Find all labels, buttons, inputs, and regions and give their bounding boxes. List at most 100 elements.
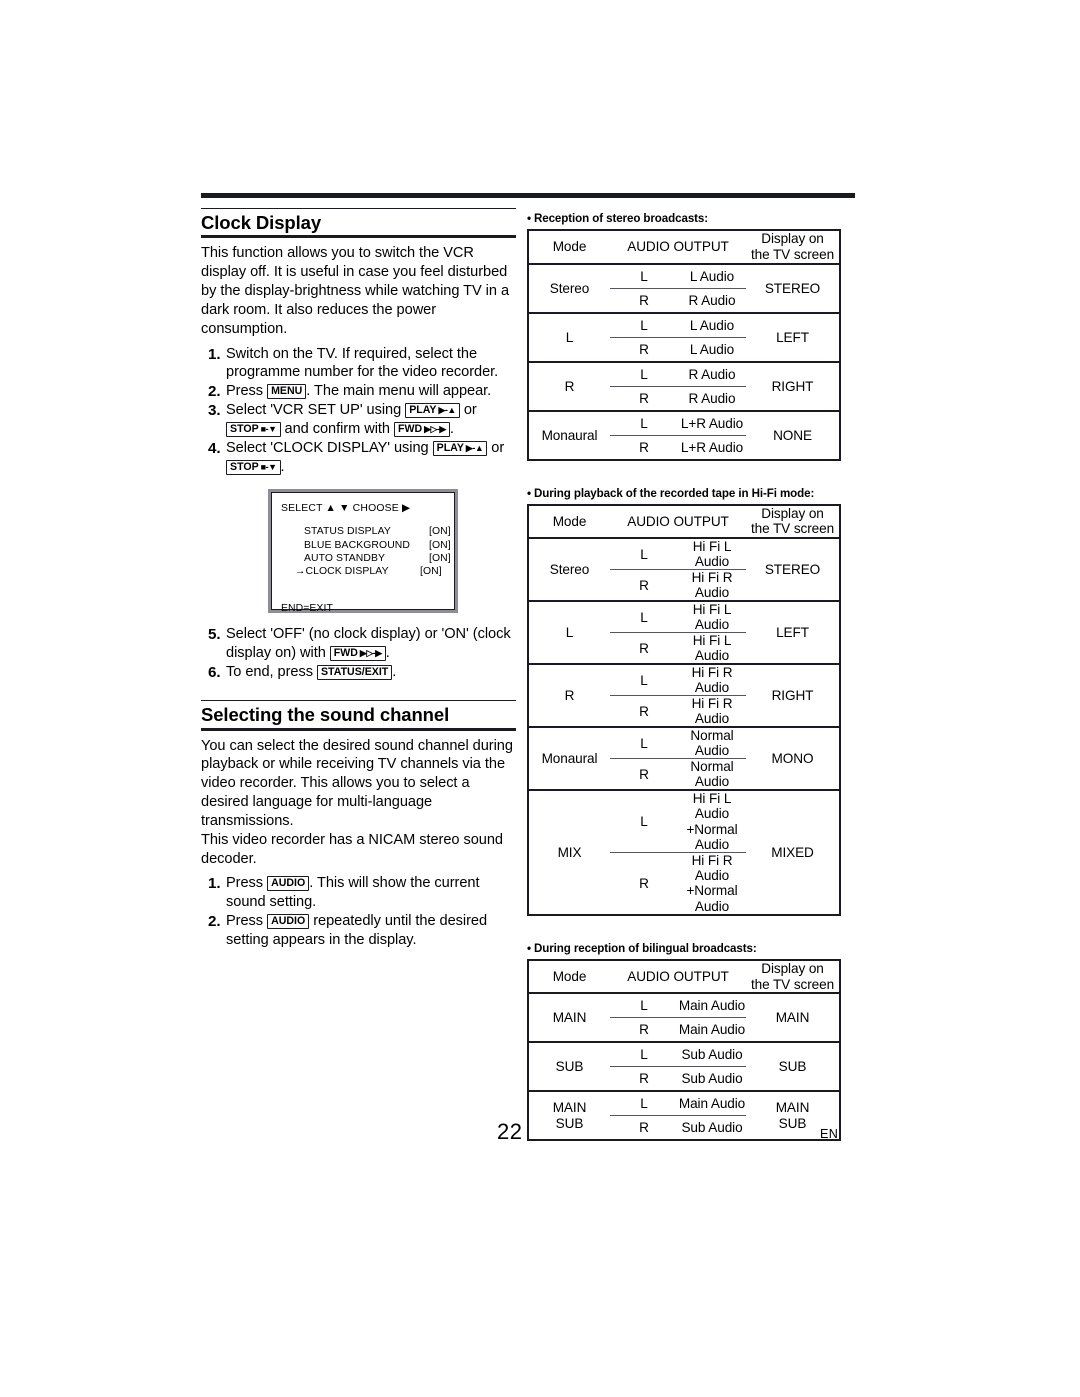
sound-channel-steps: 1. Press AUDIO. This will show the curren… xyxy=(201,874,516,950)
osd-menu-item-value: [ON] xyxy=(429,539,451,551)
cell-audio-output: L+R Audio xyxy=(678,409,746,436)
cell-mode: Stereo xyxy=(528,537,610,602)
step-number: 3. xyxy=(208,402,221,420)
audio-output-table: Mode AUDIO OUTPUT Display on the TV screen S… xyxy=(527,229,841,461)
audio-output-table: Mode AUDIO OUTPUT Display on the TV screen S… xyxy=(527,503,841,916)
instruction-step: 4. Select 'CLOCK DISPLAY' using PLAY ▶-▲ … xyxy=(201,439,516,477)
clock-display-steps-after: 5. Select 'OFF' (no clock display) or 'ON… xyxy=(201,625,516,682)
key-glyph-icon: ▶▷-▶ xyxy=(422,423,446,434)
osd-header: SELECT ▲ ▼ CHOOSE ▶ xyxy=(281,503,411,515)
table-row: MAIN L Main Audio MAIN xyxy=(528,992,840,1043)
cell-display: MIXED xyxy=(746,789,840,915)
column-header-display-line1: Display on xyxy=(761,231,824,246)
cell-display: STEREO xyxy=(746,262,840,313)
cell-channel: L xyxy=(610,789,678,853)
step-number: 4. xyxy=(208,440,221,458)
cell-channel: L xyxy=(610,600,678,633)
key-glyph-icon: ■-▼ xyxy=(258,461,277,472)
table-row: MIX L Hi Fi L Audio +Normal Audio MIXED xyxy=(528,789,840,915)
osd-footer: END=EXIT xyxy=(281,602,333,614)
cell-mode: R xyxy=(528,663,610,728)
cell-audio-output: Main Audio xyxy=(678,992,746,1018)
table-row: LLL Audio LEFT xyxy=(528,311,840,362)
step-text: Press xyxy=(226,913,268,930)
clock-display-steps: 1. Switch on the TV. If required, select … xyxy=(201,345,516,478)
step-number: 2. xyxy=(208,913,221,931)
cell-audio-output: Hi Fi R Audio xyxy=(678,663,746,696)
section-heading-clock-display: Clock Display xyxy=(201,208,516,239)
cell-audio-output: R Audio xyxy=(678,360,746,387)
right-column: • Reception of stereo broadcasts: Mode AUDI… xyxy=(527,212,843,1142)
key-play: PLAY ▶-▲ xyxy=(432,440,488,456)
table-spacer xyxy=(527,916,843,942)
cell-audio-output: R Audio xyxy=(678,287,746,313)
section-heading-sound-channel: Selecting the sound channel xyxy=(201,700,516,731)
cell-channel: R xyxy=(610,1115,678,1141)
cell-mode-line: SUB xyxy=(555,1115,584,1131)
cell-channel: R xyxy=(610,695,678,728)
osd-menu-item-label: BLUE BACKGROUND xyxy=(304,539,411,551)
table-row: Stereo L Hi Fi L Audio STEREO xyxy=(528,537,840,602)
key-glyph-icon: ▶-▲ xyxy=(436,404,456,415)
cell-channel: L xyxy=(610,992,678,1018)
cell-channel: L xyxy=(610,409,678,436)
cell-audio-output: Hi Fi R Audio xyxy=(678,695,746,728)
bullet-icon: • xyxy=(527,941,531,955)
step-number: 1. xyxy=(208,875,221,893)
step-number: 2. xyxy=(208,383,221,401)
key-menu: MENU xyxy=(267,383,307,399)
table-header-row: Mode AUDIO OUTPUT Display on the TV screen xyxy=(528,505,840,539)
cell-channel: L xyxy=(610,262,678,289)
osd-menu-item-label: STATUS DISPLAY xyxy=(304,526,391,538)
cell-channel: R xyxy=(610,1066,678,1092)
cell-audio-output: Hi Fi R Audio +Normal Audio xyxy=(678,851,746,915)
table-caption: • During playback of the recorded tape in… xyxy=(527,487,843,500)
cell-audio-output: Main Audio xyxy=(678,1090,746,1116)
cell-audio-output: L Audio xyxy=(678,262,746,289)
step-number: 1. xyxy=(208,345,221,363)
cell-audio-output: Hi Fi R Audio xyxy=(678,569,746,602)
cell-audio-output: Hi Fi L Audio xyxy=(678,537,746,570)
cell-mode: L xyxy=(528,311,610,362)
column-header-audio-output: AUDIO OUTPUT xyxy=(627,969,729,985)
osd-item-list: STATUS DISPLAY [ON] BLUE BACKGROUND [ON] AUT… xyxy=(295,525,451,578)
table-caption-text: Reception of stereo broadcasts: xyxy=(533,212,709,225)
table-caption: • During reception of bilingual broadcast… xyxy=(527,942,843,955)
cell-channel: L xyxy=(610,726,678,759)
cell-audio-output: L Audio xyxy=(678,311,746,338)
step-text: Switch on the TV. If required, select th… xyxy=(226,345,499,381)
table-row: MAIN SUB L Main Audio MAIN SUB xyxy=(528,1090,840,1141)
sound-channel-title: Selecting the sound channel xyxy=(201,704,450,726)
table-row: L L Hi Fi L Audio LEFT xyxy=(528,600,840,665)
osd-inner-frame: SELECT ▲ ▼ CHOOSE ▶ STATUS DISPLAY [ON] BL… xyxy=(271,492,455,614)
column-header-display: Display on the TV screen xyxy=(746,960,840,994)
key-glyph-icon: ▶▷-▶ xyxy=(357,647,382,658)
table-row: Stereo L L Audio STEREO xyxy=(528,262,840,313)
page-top-rule xyxy=(201,193,855,198)
column-header-audio-output: AUDIO OUTPUT xyxy=(627,513,729,529)
instruction-step: 5. Select 'OFF' (no clock display) or 'ON… xyxy=(201,625,516,663)
cell-channel: R xyxy=(610,287,678,313)
key-stop: STOP ■-▼ xyxy=(226,459,281,475)
osd-outer-frame: SELECT ▲ ▼ CHOOSE ▶ STATUS DISPLAY [ON] BL… xyxy=(268,489,458,614)
key-fwd: FWD ▶▷-▶ xyxy=(329,645,386,661)
column-header-display-line2: the TV screen xyxy=(750,976,835,992)
cell-mode: SUB xyxy=(528,1041,610,1092)
cell-mode: Monaural xyxy=(528,726,610,791)
clock-display-intro: This function allows you to switch the V… xyxy=(201,245,510,337)
step-text: or xyxy=(459,402,477,419)
cell-channel: R xyxy=(610,1017,678,1043)
bullet-icon: • xyxy=(527,212,531,225)
cell-display: MONO xyxy=(746,726,840,791)
column-header-display-line1: Display on xyxy=(761,505,824,521)
table-row: RLR Audio RIGHT xyxy=(528,360,840,411)
step-text: or xyxy=(487,440,505,457)
cell-display: SUB xyxy=(746,1041,840,1092)
table-caption-text: During playback of the recorded tape in … xyxy=(533,486,815,500)
cell-display-line: MAIN xyxy=(775,1099,810,1115)
column-header-mode: Mode xyxy=(552,513,587,529)
table-row: SUB L Sub Audio SUB xyxy=(528,1041,840,1092)
cell-audio-output-line1: Hi Fi L Audio xyxy=(692,791,732,822)
cell-mode: Stereo xyxy=(528,262,610,313)
column-header-display: Display on the TV screen xyxy=(746,230,840,264)
